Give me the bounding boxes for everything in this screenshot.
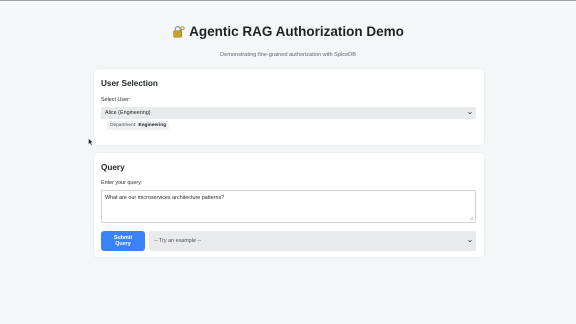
chevron-down-icon <box>468 239 472 243</box>
query-textarea-value: What are our microservices architecture … <box>105 195 225 201</box>
page-title-text: Agentic RAG Authorization Demo <box>189 24 404 39</box>
page-subtitle: Demonstrating fine-grained authorization… <box>220 52 356 58</box>
example-select-value: -- Try an example -- <box>154 238 202 244</box>
user-selection-card: User Selection Select User: Alice (Engin… <box>94 69 484 145</box>
department-value: Engineering <box>138 123 167 128</box>
example-query-select[interactable]: -- Try an example -- <box>149 231 476 251</box>
query-input-label: Enter your query: <box>101 180 143 186</box>
user-select[interactable]: Alice (Engineering) <box>101 107 476 119</box>
chevron-down-icon <box>468 111 472 115</box>
department-badge: Department: Engineering <box>107 121 170 130</box>
page-title: Agentic RAG Authorization Demo <box>172 24 404 39</box>
resize-handle-icon[interactable] <box>469 216 474 221</box>
submit-query-button[interactable]: Submit Query <box>101 231 145 251</box>
query-title: Query <box>101 163 125 172</box>
query-textarea[interactable]: What are our microservices architecture … <box>101 190 476 223</box>
lock-key-icon <box>173 26 185 38</box>
department-label: Department: <box>110 123 137 128</box>
select-user-label: Select User: <box>101 97 131 103</box>
mouse-cursor-icon <box>88 138 94 146</box>
window-top-border <box>0 0 576 1</box>
query-card: Query Enter your query: What are our mic… <box>94 153 484 257</box>
user-select-value: Alice (Engineering) <box>105 110 151 116</box>
page-header: Agentic RAG Authorization Demo Demonstra… <box>0 24 576 58</box>
user-selection-title: User Selection <box>101 79 158 88</box>
